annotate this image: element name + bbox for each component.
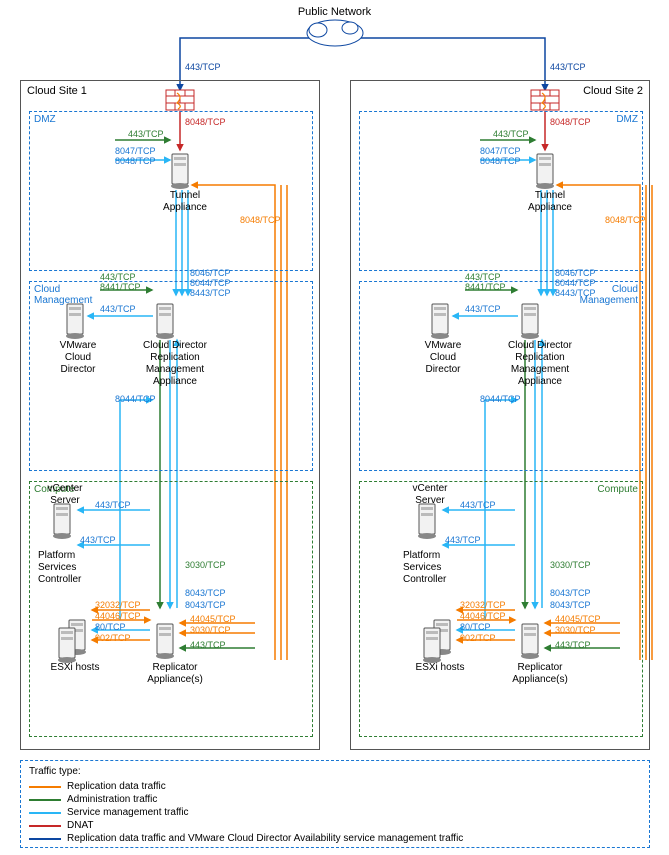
tunnel-label: Tunnel Appliance bbox=[520, 190, 580, 214]
port-443-admin-tunnel: 443/TCP bbox=[128, 129, 164, 140]
legend-label: Replication data traffic and VMware Clou… bbox=[67, 833, 463, 844]
site-1-title: Cloud Site 1 bbox=[27, 85, 87, 97]
port-8043-d: 8043/TCP bbox=[550, 588, 591, 599]
port-44046: 44046/TCP bbox=[460, 611, 506, 622]
port-8044-down: 8044/TCP bbox=[480, 394, 521, 405]
port-8443: 8443/TCP bbox=[555, 288, 596, 299]
port-902: 902/TCP bbox=[460, 633, 496, 644]
port-44046: 44046/TCP bbox=[95, 611, 141, 622]
port-8048: 8048/TCP bbox=[480, 156, 521, 167]
port-8048-repl: 8048/TCP bbox=[240, 215, 281, 226]
port-8048-dnat: 8048/TCP bbox=[185, 117, 226, 128]
port-8441: 8441/TCP bbox=[465, 282, 506, 293]
legend-swatch bbox=[29, 812, 61, 814]
port-80: 80/TCP bbox=[95, 622, 126, 633]
port-8048-repl: 8048/TCP bbox=[605, 215, 646, 226]
tunnel-label: Tunnel Appliance bbox=[155, 190, 215, 214]
vcenter-label: vCenter Server bbox=[405, 483, 455, 507]
port-8043-u: 8043/TCP bbox=[185, 600, 226, 611]
vcenter-label: vCenter Server bbox=[40, 483, 90, 507]
cloud-icon bbox=[307, 20, 363, 46]
port-443-vcd: 443/TCP bbox=[465, 304, 501, 315]
port-3030-repl: 3030/TCP bbox=[190, 625, 231, 636]
legend-title: Traffic type: bbox=[29, 766, 641, 777]
replicator-label: Replicator Appliance(s) bbox=[505, 662, 575, 686]
cloud-site-1: Cloud Site 1 DMZ Cloud Management Comput… bbox=[20, 80, 320, 750]
psc-label: Platform Services Controller bbox=[38, 550, 98, 586]
cdrma-label: Cloud Director Replication Management Ap… bbox=[500, 340, 580, 388]
replicator-label: Replicator Appliance(s) bbox=[140, 662, 210, 686]
vcd-label: VMware Cloud Director bbox=[50, 340, 106, 376]
zone-mgmt-label: Cloud Management bbox=[34, 284, 92, 306]
port-443-repl-admin: 443/TCP bbox=[190, 640, 226, 651]
port-443-psc: 443/TCP bbox=[80, 535, 116, 546]
port-443-admin-tunnel: 443/TCP bbox=[493, 129, 529, 140]
port-443-vcd: 443/TCP bbox=[100, 304, 136, 315]
port-3030-admin: 3030/TCP bbox=[550, 560, 591, 571]
legend-swatch bbox=[29, 838, 61, 840]
port-443-vcenter: 443/TCP bbox=[95, 500, 131, 511]
port-443-vcenter: 443/TCP bbox=[460, 500, 496, 511]
port-443-public: 443/TCP bbox=[550, 62, 586, 73]
port-8048-dnat: 8048/TCP bbox=[550, 117, 591, 128]
legend-label: Service management traffic bbox=[67, 807, 189, 818]
legend-swatch bbox=[29, 786, 61, 788]
cloud-site-2: Cloud Site 2 DMZ Cloud Management Comput… bbox=[350, 80, 650, 750]
legend-item: Replication data traffic and VMware Clou… bbox=[29, 832, 641, 845]
esxi-label: ESXi hosts bbox=[45, 662, 105, 674]
port-3030-admin: 3030/TCP bbox=[185, 560, 226, 571]
legend-item: DNAT bbox=[29, 819, 641, 832]
legend-swatch bbox=[29, 799, 61, 801]
psc-label: Platform Services Controller bbox=[403, 550, 463, 586]
port-80: 80/TCP bbox=[460, 622, 491, 633]
cdrma-label: Cloud Director Replication Management Ap… bbox=[135, 340, 215, 388]
port-8443: 8443/TCP bbox=[190, 288, 231, 299]
zone-compute-label: Compute bbox=[597, 484, 638, 495]
zone-dmz-label: DMZ bbox=[616, 114, 638, 125]
port-44045: 44045/TCP bbox=[190, 614, 236, 625]
port-443-psc: 443/TCP bbox=[445, 535, 481, 546]
esxi-label: ESXi hosts bbox=[410, 662, 470, 674]
public-network-title: Public Network bbox=[0, 6, 669, 18]
legend-item: Service management traffic bbox=[29, 806, 641, 819]
legend: Traffic type: Replication data traffic A… bbox=[20, 760, 650, 848]
legend-label: Replication data traffic bbox=[67, 781, 166, 792]
site-2-title: Cloud Site 2 bbox=[583, 85, 643, 97]
port-8048: 8048/TCP bbox=[115, 156, 156, 167]
port-443-public: 443/TCP bbox=[185, 62, 221, 73]
zone-compute: Compute bbox=[29, 481, 313, 737]
port-8441: 8441/TCP bbox=[100, 282, 141, 293]
legend-item: Administration traffic bbox=[29, 793, 641, 806]
port-902: 902/TCP bbox=[95, 633, 131, 644]
port-8044-down: 8044/TCP bbox=[115, 394, 156, 405]
port-443-repl-admin: 443/TCP bbox=[555, 640, 591, 651]
legend-swatch bbox=[29, 825, 61, 827]
port-8043-d: 8043/TCP bbox=[185, 588, 226, 599]
legend-item: Replication data traffic bbox=[29, 780, 641, 793]
port-8043-u: 8043/TCP bbox=[550, 600, 591, 611]
port-44045: 44045/TCP bbox=[555, 614, 601, 625]
legend-label: DNAT bbox=[67, 820, 93, 831]
vcd-label: VMware Cloud Director bbox=[415, 340, 471, 376]
port-3030-repl: 3030/TCP bbox=[555, 625, 596, 636]
port-32032: 32032/TCP bbox=[95, 600, 141, 611]
legend-label: Administration traffic bbox=[67, 794, 157, 805]
port-32032: 32032/TCP bbox=[460, 600, 506, 611]
zone-dmz-label: DMZ bbox=[34, 114, 56, 125]
